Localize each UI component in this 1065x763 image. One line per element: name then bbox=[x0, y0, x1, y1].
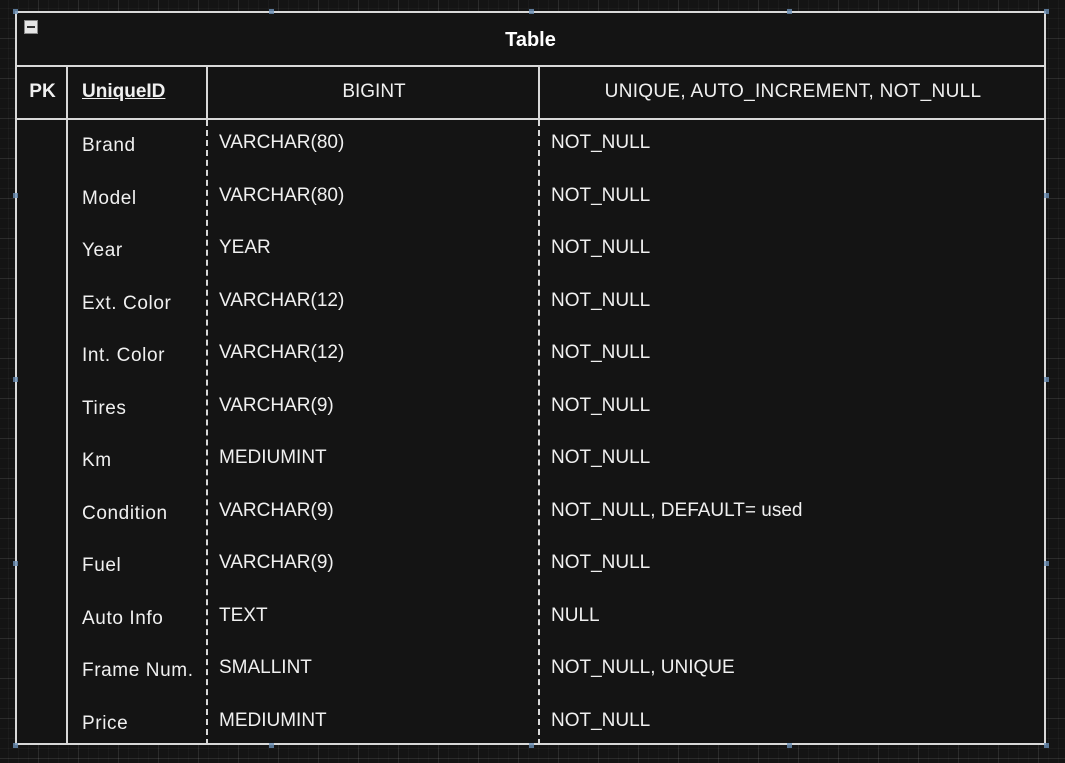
column-row[interactable]: Km MEDIUMINT NOT_NULL bbox=[17, 435, 1044, 488]
column-type[interactable]: VARCHAR(9) bbox=[219, 395, 334, 417]
primary-key-constraints[interactable]: UNIQUE, AUTO_INCREMENT, NOT_NULL bbox=[540, 65, 1046, 118]
column-row[interactable]: Model VARCHAR(80) NOT_NULL bbox=[17, 173, 1044, 226]
column-row[interactable]: Int. Color VARCHAR(12) NOT_NULL bbox=[17, 330, 1044, 383]
selection-handle[interactable] bbox=[13, 9, 18, 14]
column-name[interactable]: Brand bbox=[82, 135, 136, 157]
primary-key-name[interactable]: UniqueID bbox=[82, 65, 165, 118]
table-title-bar[interactable]: Table bbox=[17, 13, 1044, 67]
column-constraints[interactable]: NOT_NULL bbox=[551, 552, 650, 574]
column-constraints[interactable]: NOT_NULL bbox=[551, 710, 650, 732]
selection-handle[interactable] bbox=[787, 9, 792, 14]
column-row[interactable]: Frame Num. SMALLINT NOT_NULL, UNIQUE bbox=[17, 645, 1044, 698]
column-row[interactable]: Condition VARCHAR(9) NOT_NULL, DEFAULT= us… bbox=[17, 488, 1044, 541]
selection-handle[interactable] bbox=[529, 9, 534, 14]
header-name-divider bbox=[206, 65, 208, 120]
column-type[interactable]: VARCHAR(12) bbox=[219, 290, 344, 312]
column-type[interactable]: YEAR bbox=[219, 237, 271, 259]
column-name[interactable]: Fuel bbox=[82, 555, 121, 577]
selection-handle[interactable] bbox=[1044, 743, 1049, 748]
table-title: Table bbox=[505, 29, 556, 51]
column-name[interactable]: Int. Color bbox=[82, 345, 165, 367]
column-name[interactable]: Tires bbox=[82, 398, 127, 420]
selection-handle[interactable] bbox=[13, 743, 18, 748]
column-constraints[interactable]: NOT_NULL bbox=[551, 185, 650, 207]
header-type-divider bbox=[538, 65, 540, 120]
pk-label: PK bbox=[29, 81, 56, 102]
column-row[interactable]: Tires VARCHAR(9) NOT_NULL bbox=[17, 383, 1044, 436]
column-constraints[interactable]: NOT_NULL, DEFAULT= used bbox=[551, 500, 803, 522]
column-row[interactable]: Fuel VARCHAR(9) NOT_NULL bbox=[17, 540, 1044, 593]
selection-handle[interactable] bbox=[269, 743, 274, 748]
column-constraints[interactable]: NOT_NULL bbox=[551, 132, 650, 154]
column-row[interactable]: Ext. Color VARCHAR(12) NOT_NULL bbox=[17, 278, 1044, 331]
column-type[interactable]: VARCHAR(80) bbox=[219, 132, 344, 154]
column-type[interactable]: MEDIUMINT bbox=[219, 447, 327, 469]
column-constraints[interactable]: NOT_NULL bbox=[551, 290, 650, 312]
selection-handle[interactable] bbox=[1044, 377, 1049, 382]
column-row[interactable]: Auto Info TEXT NULL bbox=[17, 593, 1044, 646]
selection-handle[interactable] bbox=[269, 9, 274, 14]
column-constraints[interactable]: NOT_NULL bbox=[551, 237, 650, 259]
selection-handle[interactable] bbox=[1044, 193, 1049, 198]
column-name[interactable]: Model bbox=[82, 188, 137, 210]
column-constraints[interactable]: NULL bbox=[551, 605, 600, 627]
selection-handle[interactable] bbox=[13, 377, 18, 382]
column-name[interactable]: Condition bbox=[82, 503, 168, 525]
column-row[interactable]: Year YEAR NOT_NULL bbox=[17, 225, 1044, 278]
column-type[interactable]: MEDIUMINT bbox=[219, 710, 327, 732]
column-name[interactable]: Ext. Color bbox=[82, 293, 171, 315]
column-type[interactable]: SMALLINT bbox=[219, 657, 312, 679]
primary-key-type[interactable]: BIGINT bbox=[208, 65, 540, 118]
column-name[interactable]: Frame Num. bbox=[82, 660, 194, 682]
column-constraints[interactable]: NOT_NULL bbox=[551, 395, 650, 417]
selection-handle[interactable] bbox=[787, 743, 792, 748]
column-name[interactable]: Price bbox=[82, 713, 128, 735]
column-name[interactable]: Km bbox=[82, 450, 112, 472]
column-type[interactable]: VARCHAR(80) bbox=[219, 185, 344, 207]
selection-handle[interactable] bbox=[529, 743, 534, 748]
column-name[interactable]: Year bbox=[82, 240, 123, 262]
column-type[interactable]: VARCHAR(12) bbox=[219, 342, 344, 364]
column-constraints[interactable]: NOT_NULL bbox=[551, 447, 650, 469]
column-row[interactable]: Brand VARCHAR(80) NOT_NULL bbox=[17, 120, 1044, 173]
column-type[interactable]: TEXT bbox=[219, 605, 268, 627]
entity-table[interactable]: Table PK UniqueID BIGINT UNIQUE, AUTO_IN… bbox=[15, 11, 1046, 745]
selection-handle[interactable] bbox=[1044, 561, 1049, 566]
selection-handle[interactable] bbox=[13, 193, 18, 198]
selection-handle[interactable] bbox=[1044, 9, 1049, 14]
column-name[interactable]: Auto Info bbox=[82, 608, 163, 630]
selection-handle[interactable] bbox=[13, 561, 18, 566]
column-constraints[interactable]: NOT_NULL, UNIQUE bbox=[551, 657, 735, 679]
column-type[interactable]: VARCHAR(9) bbox=[219, 500, 334, 522]
primary-key-row[interactable]: PK UniqueID BIGINT UNIQUE, AUTO_INCREMEN… bbox=[17, 65, 1044, 120]
column-constraints[interactable]: NOT_NULL bbox=[551, 342, 650, 364]
column-type[interactable]: VARCHAR(9) bbox=[219, 552, 334, 574]
